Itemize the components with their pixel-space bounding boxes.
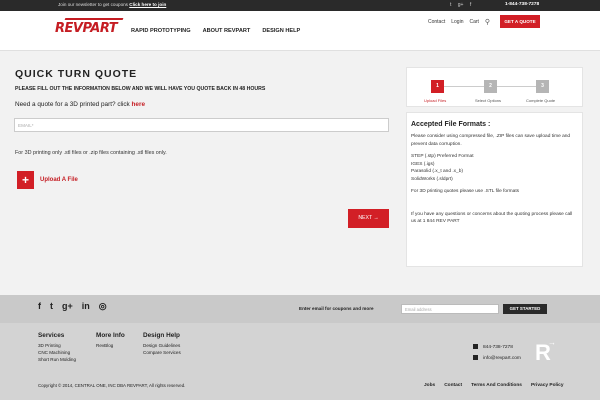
google-plus-icon[interactable]: g+ [458,2,464,8]
footer-services: Services 3D Printing CNC Machining Short… [38,332,76,363]
newsletter-text: Join our newsletter to get coupons [58,2,128,7]
linkedin-icon[interactable]: in [82,301,90,312]
search-icon[interactable]: ⚲ [485,18,490,26]
format-item: SolidWorks (.sldprt) [411,176,453,182]
formats-title: Accepted File Formats : [411,121,491,128]
login-link[interactable]: Login [451,19,463,25]
footer-link[interactable]: 3D Printing [38,343,76,350]
formats-intro: Please consider using compressed file, .… [411,134,571,147]
upload-plus-icon[interactable]: + [17,171,34,189]
utility-nav: Contact Login Cart ⚲ [428,18,490,26]
instagram-icon[interactable]: ◎ [99,301,107,312]
twitter-icon[interactable]: t [50,301,53,312]
footer-contact: 844-738-7278 info@revpart.com [473,342,521,364]
email-field[interactable]: EMAIL* [14,118,389,132]
accepted-formats-panel: Accepted File Formats : Please consider … [406,112,583,267]
step-1-label: Upload Files [424,98,447,103]
format-item: STEP (.stp) Preferred Format [411,154,474,159]
get-a-quote-button[interactable]: GET A QUOTE [500,15,540,28]
file-info-text: For 3D printing only .stl files or .zip … [15,150,167,156]
footer-legal-links: Jobs Contact Terms And Conditions Privac… [424,383,564,388]
get-started-button[interactable]: GET STARTED [503,304,547,314]
revpart-logo[interactable]: REVPART [55,18,124,36]
logo-swoosh [64,18,124,20]
footer-link[interactable]: Compare Services [143,350,181,357]
cart-link[interactable]: Cart [469,19,478,25]
jobs-link[interactable]: Jobs [424,383,435,388]
contact-link[interactable]: Contact [444,383,462,388]
footer-more-info: More Info RevBlog [96,332,125,350]
page-title: QUICK TURN QUOTE [15,68,138,80]
quote-steps: 1 2 3 Upload Files Select Options Comple… [406,67,583,107]
page-subheading: PLEASE FILL OUT THE INFORMATION BELOW AN… [15,86,266,92]
footer-email-input[interactable]: Email address [401,304,499,314]
footer-services-title: Services [38,332,65,339]
footer-link[interactable]: Design Guidelines [143,343,181,350]
footer-social-icons: f t g+ in ◎ [38,301,107,312]
step-1-box[interactable]: 1 [431,80,444,93]
main-nav: RAPID PROTOTYPING ABOUT REVPART DESIGN H… [131,28,300,34]
format-item: IGES (.igs) [411,161,435,167]
step-3-box[interactable]: 3 [536,80,549,93]
privacy-link[interactable]: Privacy Policy [531,383,564,388]
stl-note: For 3D printing quotes please use .STL f… [411,189,520,194]
newsletter-link[interactable]: Click here to join [129,2,166,7]
footer-link[interactable]: RevBlog [96,343,125,350]
quote-contact-note: If you have any questions or concerns ab… [411,211,573,225]
nav-rapid-prototyping[interactable]: RAPID PROTOTYPING [131,28,191,34]
footer-more-info-title: More Info [96,332,125,339]
terms-link[interactable]: Terms And Conditions [471,383,522,388]
step-connector [444,86,484,87]
contact-link[interactable]: Contact [428,19,445,25]
need-quote-here-link[interactable]: here [132,101,146,108]
footer-email[interactable]: info@revpart.com [483,356,521,361]
copyright-text: Copyright © 2014, CENTRAL ONE, INC DBA R… [38,383,186,388]
nav-design-help[interactable]: DESIGN HELP [262,28,300,34]
top-bar: Join our newsletter to get coupons Click… [0,0,600,11]
footer-design-help-title: Design Help [143,332,180,339]
format-item: Parasolid (.x_t and .x_b) [411,169,463,174]
footer-link[interactable]: CNC Machining [38,350,76,357]
footer-design-help: Design Help Design Guidelines Compare Se… [143,332,181,357]
step-connector [496,86,536,87]
footer-phone[interactable]: 844-738-7278 [483,345,513,350]
need-quote-text: Need a quote for a 3D printed part? clic… [15,101,146,108]
twitter-icon[interactable]: t [450,2,451,8]
top-social-icons: t g+ f [450,2,476,8]
step-2-label: Select Options [475,98,502,103]
nav-about-revpart[interactable]: ABOUT REVPART [203,28,251,34]
facebook-icon[interactable]: f [38,301,41,312]
next-button[interactable]: NEXT → [348,209,389,228]
newsletter-cta: Enter email for coupons and more [299,306,374,311]
facebook-icon[interactable]: f [470,2,471,8]
footer-link[interactable]: Short Run Molding [38,357,76,364]
email-icon [473,355,478,361]
step-3-label: Complete Quote [526,98,556,103]
newsletter-bar: Join our newsletter to get coupons Click… [58,2,166,7]
google-plus-icon[interactable]: g+ [62,301,73,312]
upload-file-button[interactable]: Upload A File [40,177,78,183]
top-phone[interactable]: 1-844-738-7278 [505,2,539,7]
phone-icon [473,344,478,350]
step-2-box[interactable]: 2 [484,80,497,93]
revpart-r-logo-icon: R → [535,338,556,365]
